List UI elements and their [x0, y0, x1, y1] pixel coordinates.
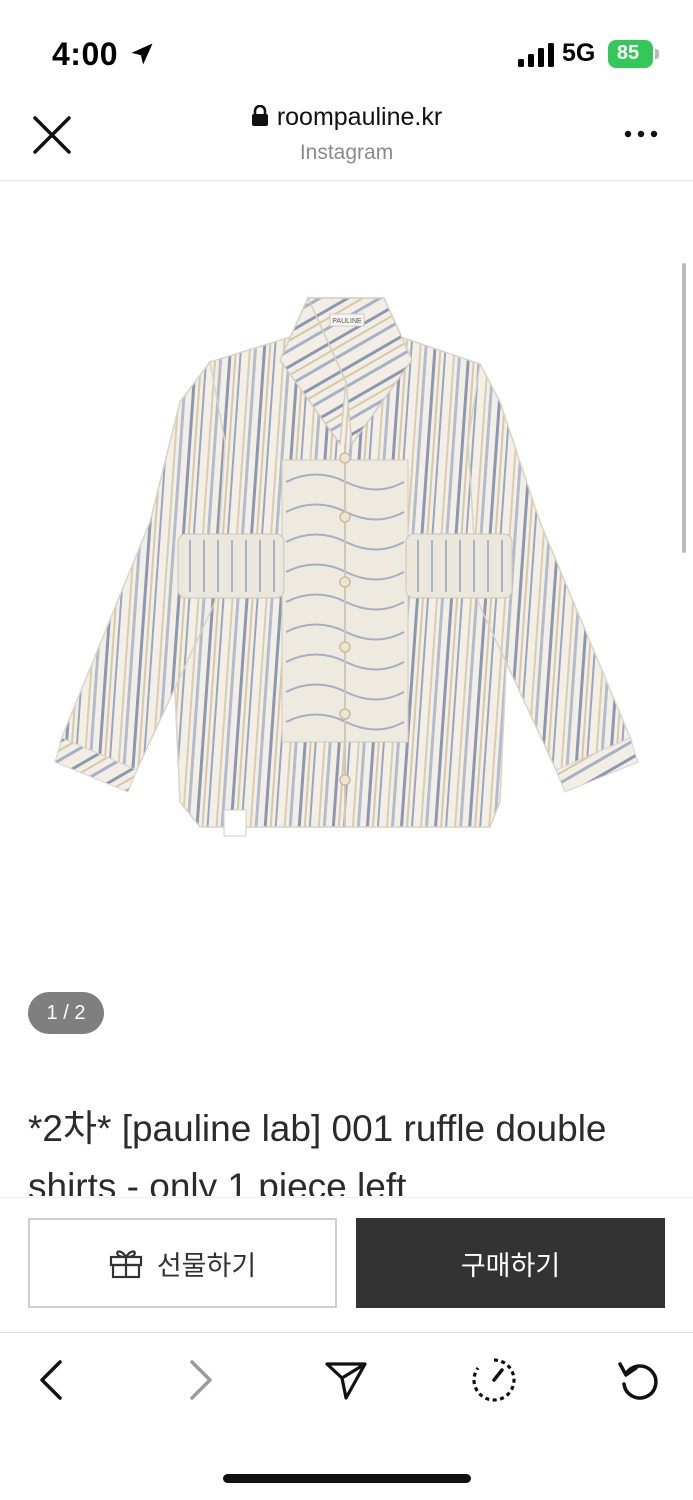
domain-text: roompauline.kr	[276, 103, 443, 131]
more-icon[interactable]	[620, 119, 662, 149]
home-indicator[interactable]	[223, 1474, 471, 1483]
gift-button[interactable]: 선물하기	[28, 1218, 337, 1308]
purchase-action-bar: 선물하기 구매하기	[0, 1197, 693, 1333]
location-arrow-icon	[131, 43, 153, 65]
battery-icon: 85	[608, 40, 659, 68]
signal-bars-icon	[518, 43, 554, 67]
gift-button-label: 선물하기	[156, 1250, 257, 1281]
lock-icon	[251, 105, 268, 126]
product-shirt-image: PAULINE	[54, 296, 639, 837]
buy-button-label: 구매하기	[460, 1250, 561, 1281]
url-display[interactable]: roompauline.kr	[0, 103, 693, 132]
browser-header: roompauline.kr Instagram	[0, 95, 693, 181]
product-image-carousel[interactable]: PAULINE	[0, 182, 693, 1052]
battery-level: 85	[616, 42, 640, 64]
label-text: PAULINE	[332, 318, 362, 325]
source-subtitle: Instagram	[299, 141, 394, 164]
status-bar: 4:00 5G 85	[0, 0, 693, 100]
reload-icon[interactable]	[616, 1356, 664, 1404]
network-type: 5G	[562, 39, 596, 67]
share-icon[interactable]	[322, 1356, 370, 1404]
product-title: *2차* [pauline lab] 001 ruffle double shi…	[28, 1108, 607, 1196]
status-time: 4:00	[52, 36, 119, 72]
history-icon[interactable]	[470, 1356, 518, 1404]
back-icon[interactable]	[28, 1356, 76, 1404]
gift-icon	[109, 1250, 142, 1279]
browser-bottom-nav	[0, 1334, 693, 1430]
image-counter-badge: 1 / 2	[28, 992, 104, 1034]
scroll-indicator[interactable]	[682, 263, 686, 553]
forward-icon[interactable]	[176, 1356, 224, 1404]
buy-button[interactable]: 구매하기	[356, 1218, 665, 1308]
